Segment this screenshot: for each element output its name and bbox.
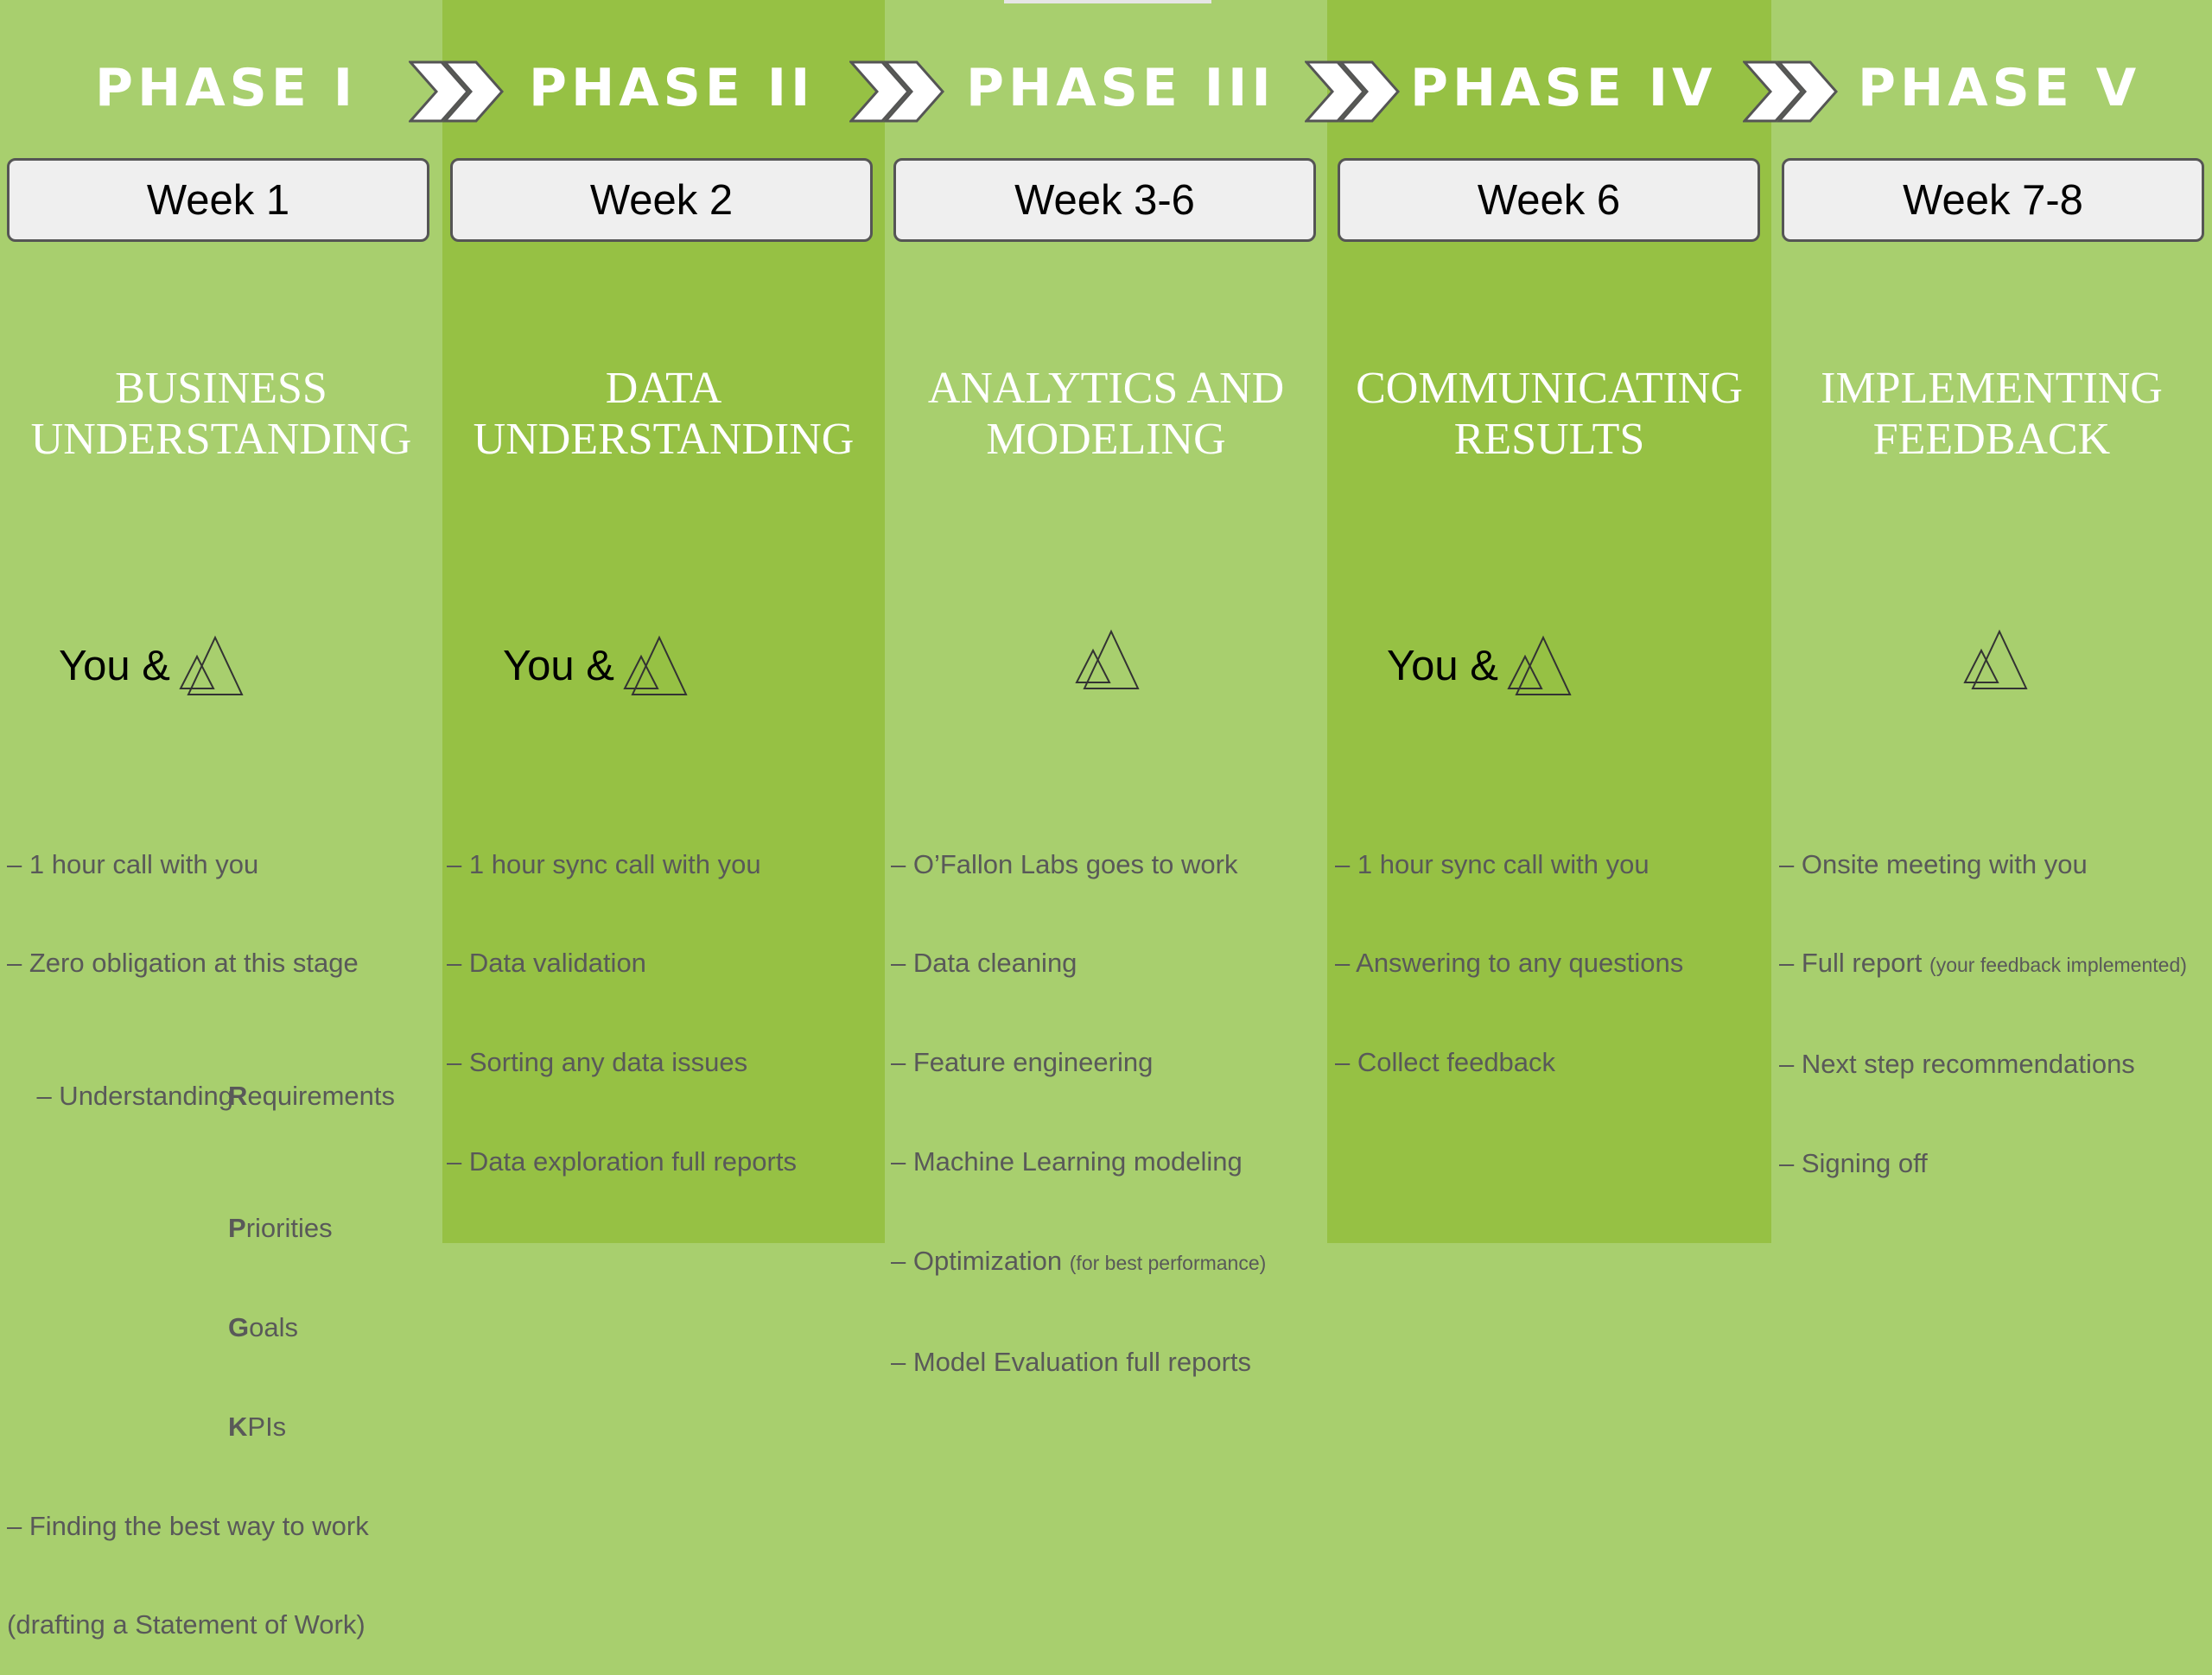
acronym-word: Requirements — [228, 1080, 395, 1111]
phase-2-heading: PHASE II — [529, 58, 815, 118]
phase-1-activity-list: – 1 hour call with you – Zero obligation… — [7, 782, 395, 1675]
phase-3-heading: PHASE III — [966, 58, 1275, 118]
week-2-box: Week 2 — [450, 158, 873, 242]
list-item-note: (your feedback implemented) — [1929, 954, 2187, 977]
phase-3-activity-list: – O’Fallon Labs goes to work – Data clea… — [891, 782, 1266, 1412]
list-item: – Optimization (for best performance) — [891, 1245, 1266, 1279]
list-item: – 1 hour sync call with you — [447, 848, 761, 879]
week-3-6-box: Week 3-6 — [893, 158, 1316, 242]
list-item: – Answering to any questions — [1335, 948, 1684, 979]
stage-title-line: RESULTS — [1453, 415, 1645, 464]
acronym-word: KPIs — [228, 1411, 287, 1442]
list-item-text: – Understanding — [36, 1080, 233, 1111]
phase-5-activity-list: – Onsite meeting with you – Full report … — [1779, 782, 2187, 1214]
list-item-note: (for best performance) — [1069, 1252, 1267, 1275]
triangle-logo-icon — [1075, 629, 1140, 689]
participants-phase-4: You & — [1387, 635, 1573, 697]
stage-title-line: FEEDBACK — [1872, 415, 2111, 464]
week-1-box: Week 1 — [7, 158, 429, 242]
triangle-logo-icon — [623, 635, 688, 695]
week-6-box: Week 6 — [1338, 158, 1760, 242]
chevron-arrow-icon — [849, 60, 945, 123]
list-item: – O’Fallon Labs goes to work — [891, 848, 1238, 879]
acronym-word: Goals — [228, 1311, 298, 1342]
stage-title-implementing-feedback: IMPLEMENTING FEEDBACK — [1771, 363, 2212, 465]
stage-title-business-understanding: BUSINESS UNDERSTANDING — [0, 363, 442, 465]
stage-title-communicating-results: COMMUNICATING RESULTS — [1327, 363, 1771, 465]
top-edge-mark — [1004, 0, 1211, 3]
participants-label: You & — [1387, 643, 1498, 689]
stage-title-line: IMPLEMENTING — [1821, 364, 2163, 413]
phase-4-activity-list: – 1 hour sync call with you – Answering … — [1335, 782, 1683, 1113]
chevron-arrow-icon — [409, 60, 505, 123]
participants-label: You & — [503, 643, 614, 689]
participants-phase-1: You & — [59, 635, 245, 697]
list-item: – Data exploration full reports — [447, 1146, 797, 1177]
stage-title-line: BUSINESS — [115, 364, 327, 413]
triangle-logo-icon — [179, 635, 244, 695]
phase-1-heading: PHASE I — [95, 58, 358, 118]
list-item: – Data validation — [447, 948, 646, 979]
chevron-arrow-icon — [1743, 60, 1839, 123]
phase-4-heading: PHASE IV — [1410, 58, 1717, 118]
list-item: (drafting a Statement of Work) — [7, 1609, 365, 1640]
list-item: – Full report (your feedback implemented… — [1779, 947, 2187, 981]
phase-5-heading: PHASE V — [1858, 58, 2141, 118]
participants-phase-2: You & — [503, 635, 689, 697]
stage-title-line: MODELING — [986, 415, 1226, 464]
stage-title-line: ANALYTICS AND — [927, 364, 1285, 413]
list-item: – Zero obligation at this stage — [7, 948, 359, 979]
list-item: – Onsite meeting with you — [1779, 848, 2088, 879]
stage-title-line: UNDERSTANDING — [473, 415, 855, 464]
list-item: – Feature engineering — [891, 1047, 1154, 1078]
stage-title-line: UNDERSTANDING — [30, 415, 412, 464]
acronym-word: Priorities — [228, 1212, 333, 1243]
list-item-text: – Optimization — [891, 1246, 1063, 1277]
list-item: – Model Evaluation full reports — [891, 1347, 1252, 1378]
list-item: – 1 hour sync call with you — [1335, 848, 1649, 879]
list-item: – Collect feedback — [1335, 1047, 1556, 1078]
list-item: – Finding the best way to work — [7, 1510, 369, 1541]
list-item: – Understanding Requirements — [7, 1046, 395, 1145]
stage-title-line: DATA — [605, 364, 722, 413]
week-7-8-box: Week 7-8 — [1782, 158, 2204, 242]
stage-title-data-understanding: DATA UNDERSTANDING — [442, 363, 885, 465]
list-item: – Sorting any data issues — [447, 1047, 748, 1078]
triangle-logo-icon — [1507, 635, 1572, 695]
triangle-logo-icon — [1963, 629, 2028, 689]
phase-2-activity-list: – 1 hour sync call with you – Data valid… — [447, 782, 797, 1212]
list-item-text: – Full report — [1779, 948, 1923, 979]
list-item: – 1 hour call with you — [7, 848, 259, 879]
list-item: – Data cleaning — [891, 948, 1077, 979]
stage-title-analytics-modeling: ANALYTICS AND MODELING — [885, 363, 1327, 465]
list-item: – Machine Learning modeling — [891, 1146, 1243, 1177]
stage-title-line: COMMUNICATING — [1356, 364, 1743, 413]
chevron-arrow-icon — [1305, 60, 1401, 123]
list-item: – Next step recommendations — [1779, 1049, 2135, 1080]
list-item: – Signing off — [1779, 1148, 1928, 1179]
participants-label: You & — [59, 643, 170, 689]
